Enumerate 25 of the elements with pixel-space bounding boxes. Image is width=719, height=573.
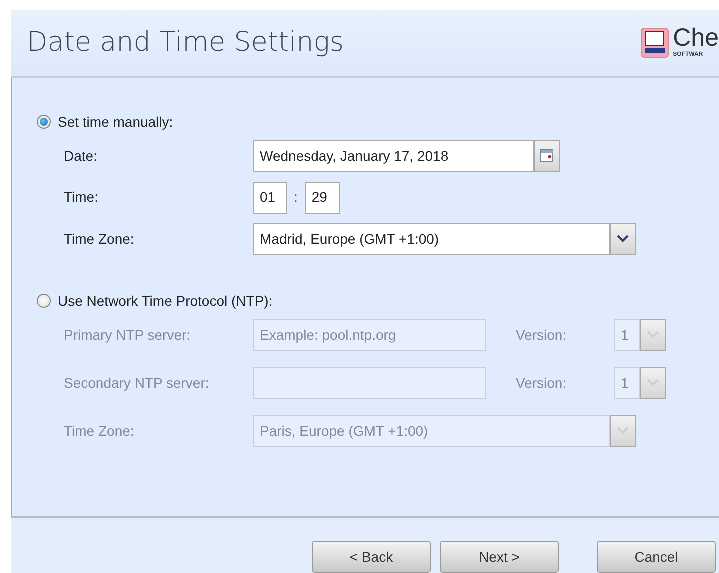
hour-field[interactable]: 01 bbox=[253, 182, 287, 214]
version-label: Version: bbox=[516, 374, 568, 392]
caret-icon bbox=[647, 331, 659, 339]
field-label: Secondary NTP server: bbox=[64, 374, 210, 393]
field-label: Time Zone: bbox=[64, 422, 136, 440]
option-label: Use Network Time Protocol (NTP): bbox=[58, 292, 273, 311]
logo-text: Che bbox=[673, 26, 719, 51]
next-button[interactable]: Next > bbox=[440, 541, 559, 573]
cancel-button[interactable]: Cancel bbox=[597, 541, 716, 573]
field-label: Time: bbox=[64, 188, 100, 207]
caret-icon bbox=[617, 427, 629, 435]
back-button[interactable]: < Back bbox=[312, 541, 431, 573]
calendar-icon bbox=[540, 149, 554, 163]
time-separator: : bbox=[294, 188, 298, 207]
field-label: Time Zone: bbox=[64, 230, 136, 248]
minute-field[interactable]: 29 bbox=[304, 182, 340, 214]
field-label: Date: bbox=[64, 146, 98, 166]
option-label: Set time manually: bbox=[58, 112, 174, 132]
version-label: Version: bbox=[516, 326, 568, 344]
dialog-title: Date and Time Settings bbox=[27, 26, 344, 60]
radio-button[interactable] bbox=[37, 115, 51, 129]
computer-logo-icon bbox=[641, 28, 670, 58]
field-label: Primary NTP server: bbox=[64, 326, 192, 345]
caret-icon bbox=[647, 379, 659, 387]
caret-icon bbox=[617, 235, 629, 243]
